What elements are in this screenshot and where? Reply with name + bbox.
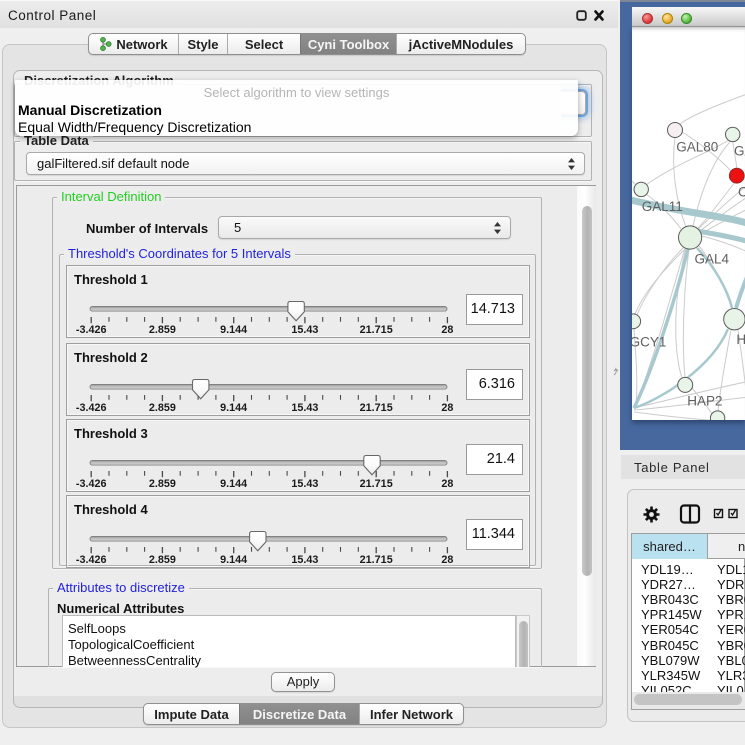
svg-text:GAL80: GAL80: [676, 140, 718, 155]
svg-text:C: C: [738, 185, 745, 200]
svg-text:HAP2: HAP2: [687, 394, 722, 409]
svg-text:H: H: [736, 332, 745, 347]
svg-text:GCY1: GCY1: [632, 335, 666, 350]
svg-text:GAL4: GAL4: [695, 252, 730, 267]
svg-text:GA: GA: [734, 144, 745, 159]
svg-text:GAL11: GAL11: [642, 199, 683, 214]
